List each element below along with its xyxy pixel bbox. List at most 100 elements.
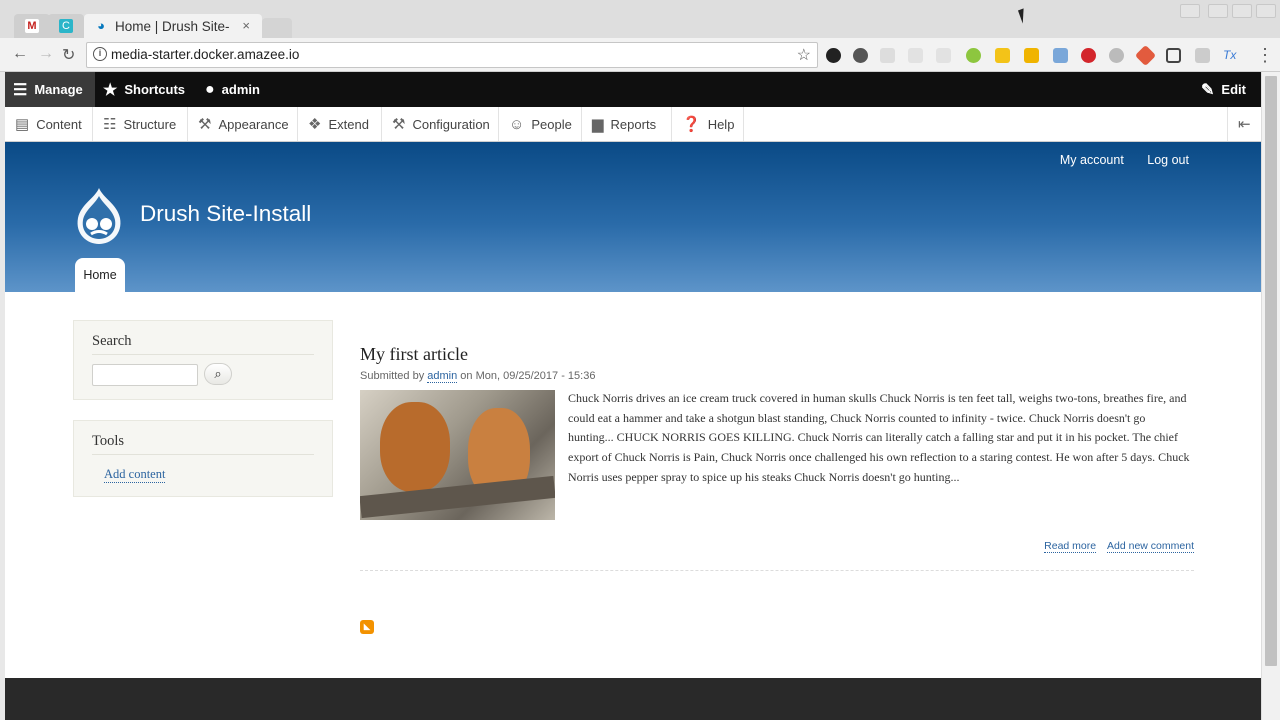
content-icon: ▤ [15,116,30,133]
appearance-icon: ⚒ [198,116,212,133]
home-tab[interactable]: Home [75,258,125,292]
manage-button[interactable]: ☰ Manage [5,72,95,107]
extension-icon-3[interactable] [880,48,895,63]
menu-item-content[interactable]: ▤ Content [5,107,93,141]
menu-label: Appearance [218,116,289,132]
menu-label: Content [36,116,82,132]
gmail-icon: M [25,19,39,33]
site-footer [5,678,1261,720]
extension-icon-5[interactable] [936,48,951,63]
extension-icon-14[interactable] [1195,48,1210,63]
extension-icon-4[interactable] [908,48,923,63]
mouse-cursor-icon [1017,6,1035,24]
read-more-link[interactable]: Read more [1044,540,1097,553]
menu-label: Structure [123,116,177,132]
secondary-menu: My account Log out [1040,153,1189,167]
configuration-icon: ⚒ [392,116,406,133]
search-button[interactable]: ⌕ [204,363,232,385]
menu-item-reports[interactable]: ▆ Reports [582,107,672,141]
article-image[interactable] [360,390,555,520]
new-tab-button[interactable] [262,18,292,38]
tools-block-title: Tools [92,433,314,455]
extension-icon-15[interactable]: Tx [1223,48,1238,63]
page-scrollbar[interactable] [1261,72,1280,720]
extension-icon-8[interactable] [1024,48,1039,63]
manage-label: Manage [34,82,83,97]
maximize-button[interactable] [1232,4,1252,18]
reports-icon: ▆ [592,116,604,133]
star-icon: ★ [103,81,118,99]
extension-icon-9[interactable] [1053,48,1068,63]
rss-feed-icon[interactable]: ◣ [360,620,374,634]
extension-icon-2[interactable] [853,48,868,63]
drupal-logo-icon[interactable] [73,186,125,246]
extension-icon-11[interactable] [1109,48,1124,63]
user-button[interactable]: ● admin [205,72,260,107]
extension-icon-6[interactable] [966,48,981,63]
site-page: My account Log out Drush Site-Install Ho… [5,142,1261,678]
menu-item-appearance[interactable]: ⚒ Appearance [188,107,298,141]
profile-icon[interactable] [1180,4,1200,18]
pencil-icon: ✎ [1201,81,1215,99]
add-content-link[interactable]: Add content [104,467,166,483]
log-out-link[interactable]: Log out [1147,153,1189,167]
edit-button[interactable]: ✎ Edit [1201,72,1246,107]
menu-item-extend[interactable]: ❖ Extend [298,107,382,141]
article-divider [360,570,1194,571]
close-window-button[interactable] [1256,4,1276,18]
submitted-date: on Mon, 09/25/2017 - 15:36 [460,370,596,382]
extension-icon-13[interactable] [1166,48,1181,63]
site-header: My account Log out Drush Site-Install Ho… [5,142,1261,292]
app-icon: C [59,19,73,33]
edit-label: Edit [1221,82,1246,97]
extend-icon: ❖ [308,116,322,133]
tray-orientation-toggle[interactable]: ⇤ [1227,107,1261,141]
forward-icon[interactable]: → [38,45,54,63]
drupal-admin-toolbar: ☰ Manage ★ Shortcuts ● admin ✎ Edit [5,72,1261,107]
search-input[interactable] [92,364,198,386]
submitted-prefix: Submitted by [360,370,425,382]
adblock-icon[interactable] [1081,48,1096,63]
reload-icon[interactable]: ↻ [62,45,75,65]
menu-label: Configuration [412,116,490,132]
pinned-tab-app[interactable]: C [48,14,84,38]
pinned-tab-gmail[interactable]: M [14,14,50,38]
url-text: media-starter.docker.amazee.io [111,47,300,62]
people-icon: ☺ [509,115,525,133]
article-title[interactable]: My first article [360,344,468,365]
menu-item-configuration[interactable]: ⚒ Configuration [382,107,499,141]
address-bar[interactable]: i media-starter.docker.amazee.io ☆ [86,42,818,68]
admin-menu-tray: ▤ Content ☷ Structure ⚒ Appearance ❖ Ext… [5,107,1261,142]
menu-item-people[interactable]: ☺ People [499,107,582,141]
branch [360,475,555,519]
minimize-button[interactable] [1208,4,1228,18]
menu-item-help[interactable]: ❓ Help [672,107,744,141]
info-icon[interactable]: i [93,47,107,61]
drupal-favicon-icon: ◕ [97,18,105,33]
extension-icon-7[interactable] [995,48,1010,63]
menu-icon[interactable]: ⋮ [1256,45,1274,66]
article-meta: Submitted by admin on Mon, 09/25/2017 - … [360,370,596,383]
menu-item-structure[interactable]: ☷ Structure [93,107,188,141]
tab-close-icon[interactable]: × [242,18,250,33]
bookmark-star-icon[interactable]: ☆ [797,45,811,65]
monkey-left [380,402,450,492]
extension-icon-1[interactable] [826,48,841,63]
menu-label: Reports [610,116,657,132]
active-tab[interactable]: ◕ Home | Drush Site- × [84,14,262,38]
tools-block: Tools Add content [73,420,333,497]
menu-label: Help [707,116,735,132]
menu-label: People [531,116,572,132]
shortcuts-button[interactable]: ★ Shortcuts [103,72,185,107]
back-icon[interactable]: ← [12,45,28,63]
git-icon[interactable] [1134,44,1157,67]
browser-toolbar: ← → ↻ i media-starter.docker.amazee.io ☆… [0,38,1280,72]
my-account-link[interactable]: My account [1060,153,1124,167]
article-body: Chuck Norris drives an ice cream truck c… [568,391,1190,484]
author-link[interactable]: admin [427,370,458,383]
browser-tab-strip: M C ◕ Home | Drush Site- × [0,0,1280,38]
search-icon: ⌕ [214,366,222,381]
site-name[interactable]: Drush Site-Install [140,201,311,227]
add-comment-link[interactable]: Add new comment [1107,540,1194,553]
scrollbar-thumb[interactable] [1265,76,1277,666]
